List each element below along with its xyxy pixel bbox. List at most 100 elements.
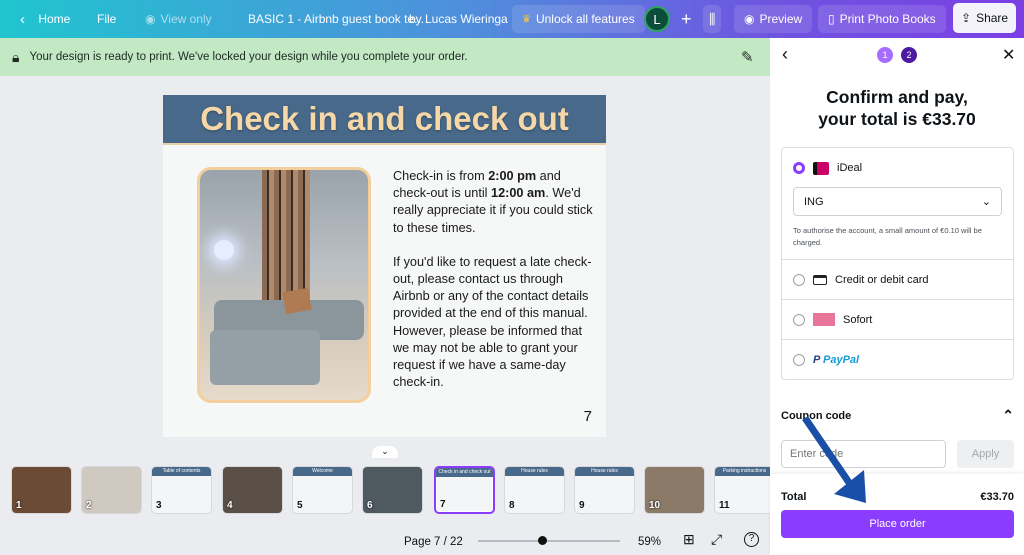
unlock-label: Unlock all features — [535, 12, 635, 26]
fullscreen-icon[interactable]: ⤢ — [711, 531, 722, 548]
total-row: Total €33.70 Place order — [770, 474, 1024, 555]
sofort-label: Sofort — [843, 313, 873, 326]
thumbnail-number: 5 — [297, 500, 303, 511]
thumbnail-page-11[interactable]: Parking instructions 11 — [714, 466, 775, 514]
help-icon[interactable]: ? — [744, 532, 759, 547]
home-label: Home — [38, 12, 71, 26]
print-ready-banner: 🔒︎ Your design is ready to print. We've … — [0, 38, 770, 76]
print-photo-books-button[interactable]: ▯ Print Photo Books — [818, 5, 946, 33]
top-bar: ‹ Home File ◉ View only BASIC 1 - Airbnb … — [0, 0, 1024, 38]
sofort-logo-icon — [813, 313, 835, 326]
ideal-label: iDeal — [837, 162, 863, 174]
radio-card[interactable] — [793, 273, 805, 286]
collapse-thumbnails-button[interactable]: ⌄ — [372, 446, 398, 458]
avatar[interactable]: L + — [644, 0, 692, 38]
total-value: €33.70 — [980, 491, 1014, 503]
preview-button[interactable]: ◉ Preview — [734, 5, 813, 33]
lock-icon: 🔒︎ — [12, 48, 20, 65]
card-label: Credit or debit card — [835, 273, 929, 286]
thumbnail-page-2[interactable]: 2 — [81, 466, 142, 514]
thumbnail-page-7[interactable]: Check in and check out 7 — [434, 466, 495, 514]
living-room-photo — [197, 167, 371, 403]
option-ideal[interactable]: iDeal — [782, 156, 1013, 180]
zoom-slider-handle[interactable] — [538, 536, 547, 545]
book-icon: ▯ — [828, 12, 835, 26]
thumbnail-page-9[interactable]: House rules 9 — [574, 466, 635, 514]
option-sofort[interactable]: Sofort — [782, 299, 1013, 339]
chevron-up-icon: ⌃ — [1002, 407, 1014, 423]
checkin-paragraph: Check-in is from 2:00 pm and check-out i… — [393, 169, 593, 235]
checkout-panel: ‹ 1 2 ✕ Confirm and pay, your total is €3… — [770, 38, 1024, 555]
thumbnail-number: 8 — [509, 500, 515, 511]
zoom-slider[interactable] — [478, 536, 620, 545]
coupon-label: Coupon code — [781, 410, 852, 422]
option-card[interactable]: Credit or debit card — [782, 259, 1013, 299]
thumbnail-number: 2 — [86, 500, 92, 511]
author: by Lucas Wieringa — [409, 0, 508, 38]
thumbnail-page-10[interactable]: 10 — [644, 466, 705, 514]
share-button[interactable]: ⇪ Share — [953, 3, 1017, 33]
view-only-button[interactable]: ◉ View only — [145, 0, 212, 38]
bank-select[interactable]: ING ⌄ — [793, 187, 1002, 216]
place-order-button[interactable]: Place order — [781, 510, 1014, 538]
slide-body: Check-in is from 2:00 pm and check-out i… — [393, 168, 598, 408]
doc-title-text: BASIC 1 - Airbnb guest book te... — [248, 12, 425, 26]
thumbnail-number: 11 — [719, 500, 730, 511]
thumbnail-title: Parking instructions — [715, 467, 774, 476]
share-label: Share — [976, 11, 1009, 25]
radio-paypal[interactable] — [793, 353, 805, 366]
file-menu[interactable]: File — [97, 0, 116, 38]
thumbnail-title: Check in and check out — [436, 468, 493, 477]
eye-icon: ◉ — [145, 12, 156, 26]
pencil-icon[interactable]: ✎ — [741, 48, 754, 66]
insights-button[interactable]: ⫼ — [703, 5, 722, 33]
close-icon[interactable]: ✕ — [1002, 45, 1015, 65]
page-thumbnails: 1 2 Table of contents 3 4 Welcome 5 6 Check in a… — [0, 460, 775, 520]
page-indicator[interactable]: Page 7 / 22 — [404, 536, 463, 548]
thumbnail-number: 4 — [227, 500, 233, 511]
thumbnail-number: 7 — [440, 499, 446, 510]
late-checkout-paragraph: If you'd like to request a late check-ou… — [393, 254, 592, 390]
print-label: Print Photo Books — [839, 12, 936, 26]
document-title[interactable]: BASIC 1 - Airbnb guest book te... — [248, 0, 424, 38]
crown-icon: ♛ — [522, 13, 531, 25]
option-paypal[interactable]: P PayPal — [782, 339, 1013, 379]
grid-view-icon[interactable]: ⊞ — [683, 531, 695, 548]
thumbnail-number: 9 — [579, 500, 585, 511]
ideal-note: To authorise the account, a small amount… — [793, 226, 982, 247]
thumbnail-page-1[interactable]: 1 — [11, 466, 72, 514]
thumbnail-page-4[interactable]: 4 — [222, 466, 283, 514]
thumbnail-page-8[interactable]: House rules 8 — [504, 466, 565, 514]
back-icon[interactable]: ‹ — [782, 44, 788, 65]
thumbnail-page-5[interactable]: Welcome 5 — [292, 466, 353, 514]
upload-icon: ⇪ — [961, 11, 972, 25]
slide-page-number: 7 — [583, 408, 592, 425]
coupon-toggle[interactable]: Coupon code ⌃ — [781, 407, 1014, 423]
banner-message: Your design is ready to print. We've loc… — [29, 51, 468, 63]
paypal-logo-icon: P PayPal — [813, 353, 860, 366]
home-button[interactable]: ‹ Home — [20, 0, 70, 38]
thumbnail-number: 6 — [367, 500, 373, 511]
bank-value: ING — [804, 195, 824, 208]
radio-ideal[interactable] — [793, 162, 805, 174]
thumbnail-page-6[interactable]: 6 — [362, 466, 423, 514]
slide-canvas[interactable]: Check in and check out Check-in is from … — [163, 95, 606, 437]
thumbnail-title: House rules — [575, 467, 634, 476]
step-1: 1 — [877, 47, 893, 63]
radio-sofort[interactable] — [793, 313, 805, 326]
thumbnail-number: 10 — [649, 500, 661, 511]
coupon-input[interactable] — [781, 440, 946, 468]
total-label: Total — [781, 491, 807, 503]
thumbnail-page-3[interactable]: Table of contents 3 — [151, 466, 212, 514]
preview-label: Preview — [759, 12, 803, 26]
thumbnail-title: Welcome — [293, 467, 352, 476]
zoom-level[interactable]: 59% — [638, 536, 661, 548]
avatar-initial: L — [644, 6, 670, 32]
plus-icon[interactable]: + — [681, 9, 692, 30]
unlock-features-button[interactable]: ♛ Unlock all features — [512, 5, 645, 33]
step-2: 2 — [901, 47, 917, 63]
footer-bar: Page 7 / 22 59% ⊞ ⤢ ? — [0, 528, 770, 555]
thumbnail-title: House rules — [505, 467, 564, 476]
thumbnail-number: 3 — [156, 500, 162, 511]
apply-button[interactable]: Apply — [957, 440, 1014, 468]
